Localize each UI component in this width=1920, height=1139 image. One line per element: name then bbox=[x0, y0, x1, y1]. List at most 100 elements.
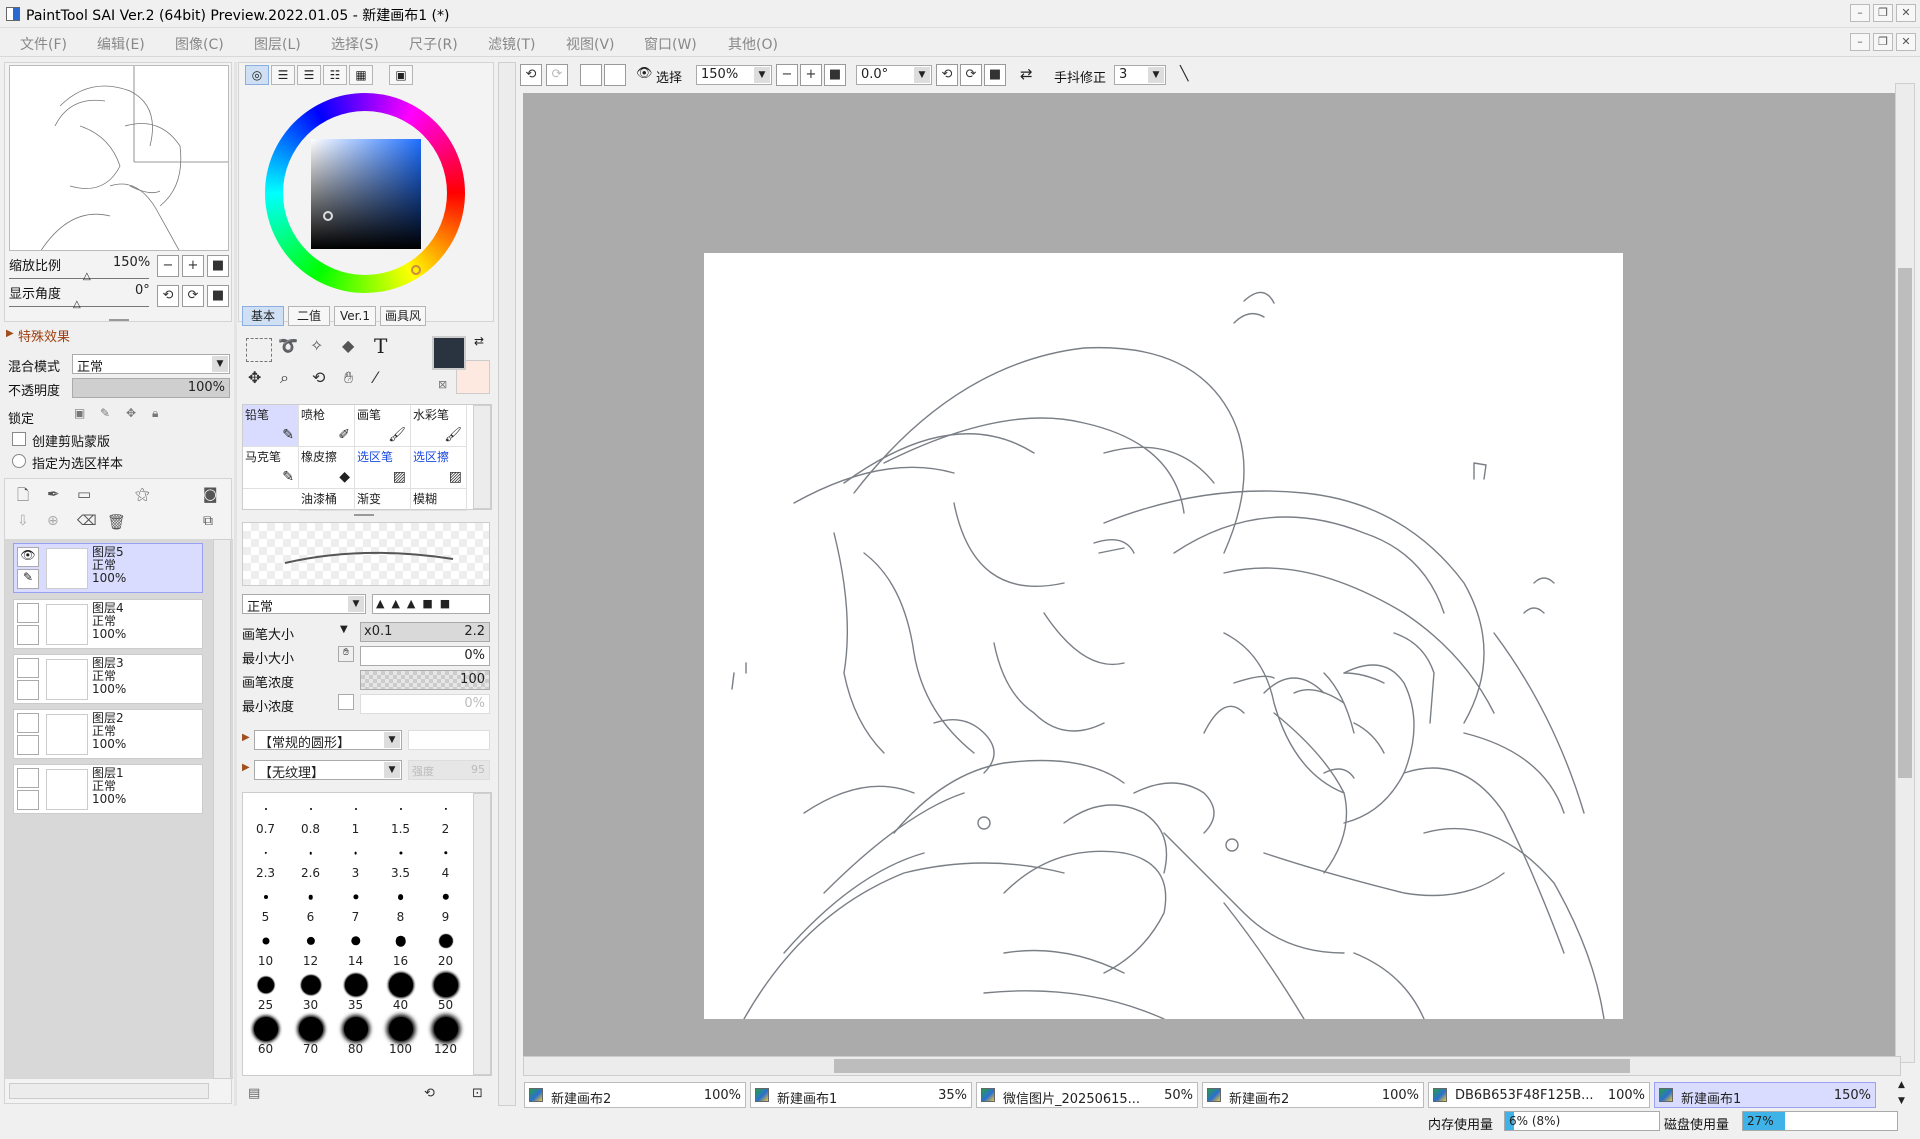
toolbar-zoom-in-button[interactable]: + bbox=[800, 64, 822, 86]
zoom-value[interactable]: 150% bbox=[113, 255, 150, 270]
brush-size-0.8[interactable]: 0.8 bbox=[288, 795, 333, 838]
brush-size-70[interactable]: 70 bbox=[288, 1015, 333, 1058]
doc-tabs-scroll-down-icon[interactable]: ▼ bbox=[1898, 1096, 1905, 1106]
layer-row-4[interactable]: 图层4 正常 100% bbox=[13, 599, 203, 649]
minimize-button[interactable]: – bbox=[1850, 4, 1870, 22]
menu-window[interactable]: 窗口(W) bbox=[644, 34, 697, 54]
tool-watercolor[interactable]: 水彩笔 🖌︎ bbox=[411, 405, 467, 447]
doc-minimize-button[interactable]: – bbox=[1850, 33, 1870, 51]
visibility-toggle[interactable] bbox=[17, 658, 39, 678]
tool-blur[interactable]: 模糊 bbox=[411, 489, 467, 511]
saturation-value-square[interactable] bbox=[311, 139, 421, 249]
brush-tip-shapes[interactable]: ▲▲▲■■ bbox=[372, 594, 490, 614]
shape-expand-icon[interactable]: ▶ bbox=[242, 732, 250, 743]
zoom-reset-button[interactable]: ■ bbox=[207, 255, 229, 277]
layer-row-1[interactable]: 图层1 正常 100% bbox=[13, 764, 203, 814]
primary-color-swatch[interactable] bbox=[432, 336, 466, 370]
menu-layer[interactable]: 图层(L) bbox=[254, 34, 301, 54]
color-picker-cursor[interactable] bbox=[323, 211, 333, 221]
doc-restore-button[interactable]: ❐ bbox=[1873, 33, 1893, 51]
texture-strength[interactable]: 强度 95 bbox=[408, 760, 490, 780]
canvas-horizontal-scrollbar[interactable] bbox=[523, 1056, 1901, 1076]
zoom-icon[interactable]: ⌕ bbox=[280, 368, 289, 388]
brush-size-1.5[interactable]: 1.5 bbox=[378, 795, 423, 838]
flip-horizontal-icon[interactable]: ⇄ bbox=[1020, 65, 1033, 83]
brush-size-80[interactable]: 80 bbox=[333, 1015, 378, 1058]
edit-toggle[interactable] bbox=[17, 790, 39, 810]
edit-toggle[interactable] bbox=[17, 625, 39, 645]
new-layer-icon[interactable]: 🗋︎ bbox=[17, 485, 29, 510]
pressure-icon[interactable]: ✋︎ bbox=[338, 646, 354, 662]
clear-layer-icon[interactable]: ⌫ bbox=[77, 513, 97, 529]
lock-paint-icon[interactable]: ✎ bbox=[100, 406, 110, 420]
texture-expand-icon[interactable]: ▶ bbox=[242, 762, 250, 773]
tool-eraser[interactable]: 橡皮擦 ◆ bbox=[299, 447, 355, 489]
tool-brush[interactable]: 画笔 🖌︎ bbox=[355, 405, 411, 447]
brush-size-35[interactable]: 35 bbox=[333, 971, 378, 1014]
lock-transparency-icon[interactable]: ▣ bbox=[74, 406, 85, 420]
toolbar-rotate-left-button[interactable]: ⟲ bbox=[936, 64, 958, 86]
lock-all-icon[interactable]: 🔒︎ bbox=[152, 406, 158, 421]
restore-button[interactable]: ❐ bbox=[1873, 4, 1893, 22]
canvas-horizontal-scroll-thumb[interactable] bbox=[834, 1059, 1630, 1073]
brush-size-20[interactable]: 20 bbox=[423, 927, 468, 970]
tool-gradient[interactable]: 渐变 bbox=[355, 489, 411, 511]
zoom-slider[interactable] bbox=[9, 271, 149, 279]
visibility-toggle[interactable] bbox=[17, 713, 39, 733]
zoom-slider-thumb[interactable]: △ bbox=[83, 271, 91, 282]
brush-size-6[interactable]: 6 bbox=[288, 883, 333, 926]
zoom-select[interactable]: 150% ▼ bbox=[696, 65, 772, 85]
brush-size-12[interactable]: 12 bbox=[288, 927, 333, 970]
brush-size-14[interactable]: 14 bbox=[333, 927, 378, 970]
doc-tab-2[interactable]: 新建画布1 35% bbox=[750, 1082, 972, 1108]
rgb-slider-tab[interactable]: ☰ bbox=[271, 65, 295, 85]
tool-tab-binary[interactable]: 二值 bbox=[288, 306, 330, 326]
canvas-vertical-scrollbar[interactable] bbox=[1895, 83, 1915, 1063]
brush-size-3[interactable]: 3 bbox=[333, 839, 378, 882]
doc-tab-1[interactable]: 新建画布2 100% bbox=[524, 1082, 746, 1108]
doc-tab-4[interactable]: 新建画布2 100% bbox=[1202, 1082, 1424, 1108]
opacity-slider[interactable]: 100% bbox=[72, 378, 230, 398]
edit-toggle[interactable] bbox=[17, 680, 39, 700]
brush-size-10[interactable]: 10 bbox=[243, 927, 288, 970]
brush-size-60[interactable]: 60 bbox=[243, 1015, 288, 1058]
straight-line-icon[interactable]: ╲ bbox=[1180, 66, 1188, 82]
brush-size-7[interactable]: 7 bbox=[333, 883, 378, 926]
tool-select-pen[interactable]: 选区笔 ▨ bbox=[355, 447, 411, 489]
hand-icon[interactable]: ✋︎ bbox=[344, 368, 353, 388]
tool-tab-basic[interactable]: 基本 bbox=[242, 306, 284, 326]
rotate-reset-button[interactable]: ■ bbox=[207, 285, 229, 307]
brush-shape-select[interactable]: 【常规的圆形】 ▼ bbox=[254, 730, 402, 751]
effects-expand-icon[interactable]: ▶ bbox=[6, 328, 14, 339]
doc-tab-6-active[interactable]: 新建画布1 150% bbox=[1654, 1082, 1876, 1108]
menu-image[interactable]: 图像(C) bbox=[175, 34, 224, 54]
layer-row-3[interactable]: 图层3 正常 100% bbox=[13, 654, 203, 704]
select-src-radio[interactable] bbox=[12, 454, 26, 468]
brush-size-50[interactable]: 50 bbox=[423, 971, 468, 1014]
visibility-toggle[interactable] bbox=[17, 768, 39, 788]
brush-size-16[interactable]: 16 bbox=[378, 927, 423, 970]
size-mult-dropdown-icon[interactable]: ▼ bbox=[340, 624, 348, 635]
min-density-checkbox[interactable] bbox=[338, 694, 354, 710]
brush-size-4[interactable]: 4 bbox=[423, 839, 468, 882]
palette-options-icon[interactable]: ▤ bbox=[248, 1086, 260, 1101]
eye-icon[interactable]: 👁︎ bbox=[636, 66, 653, 81]
brush-size-2.6[interactable]: 2.6 bbox=[288, 839, 333, 882]
doc-tab-3[interactable]: 微信图片_20250615... 50% bbox=[976, 1082, 1198, 1108]
merge-down-icon[interactable]: ⊕ bbox=[47, 513, 59, 529]
min-density-field[interactable]: 0% bbox=[360, 694, 490, 714]
texture-select[interactable]: 【无纹理】 ▼ bbox=[254, 760, 402, 781]
zoom-out-button[interactable]: − bbox=[157, 255, 179, 277]
brush-size-120[interactable]: 120 bbox=[423, 1015, 468, 1058]
move-icon[interactable]: ✥ bbox=[248, 368, 261, 387]
layer-row-2[interactable]: 图层2 正常 100% bbox=[13, 709, 203, 759]
layer-list-hscroll[interactable] bbox=[9, 1083, 209, 1099]
new-folder-icon[interactable]: ▭ bbox=[77, 485, 91, 503]
text-icon[interactable]: T bbox=[374, 334, 387, 358]
hue-cursor[interactable] bbox=[411, 265, 421, 275]
menu-file[interactable]: 文件(F) bbox=[20, 34, 67, 54]
eye-icon[interactable]: 👁︎ bbox=[17, 547, 39, 567]
menu-ruler[interactable]: 尺子(R) bbox=[409, 34, 458, 54]
layer-row-5[interactable]: 👁︎ ✎ 图层5 正常 100% bbox=[13, 543, 203, 593]
panel-splitter[interactable] bbox=[109, 319, 129, 321]
